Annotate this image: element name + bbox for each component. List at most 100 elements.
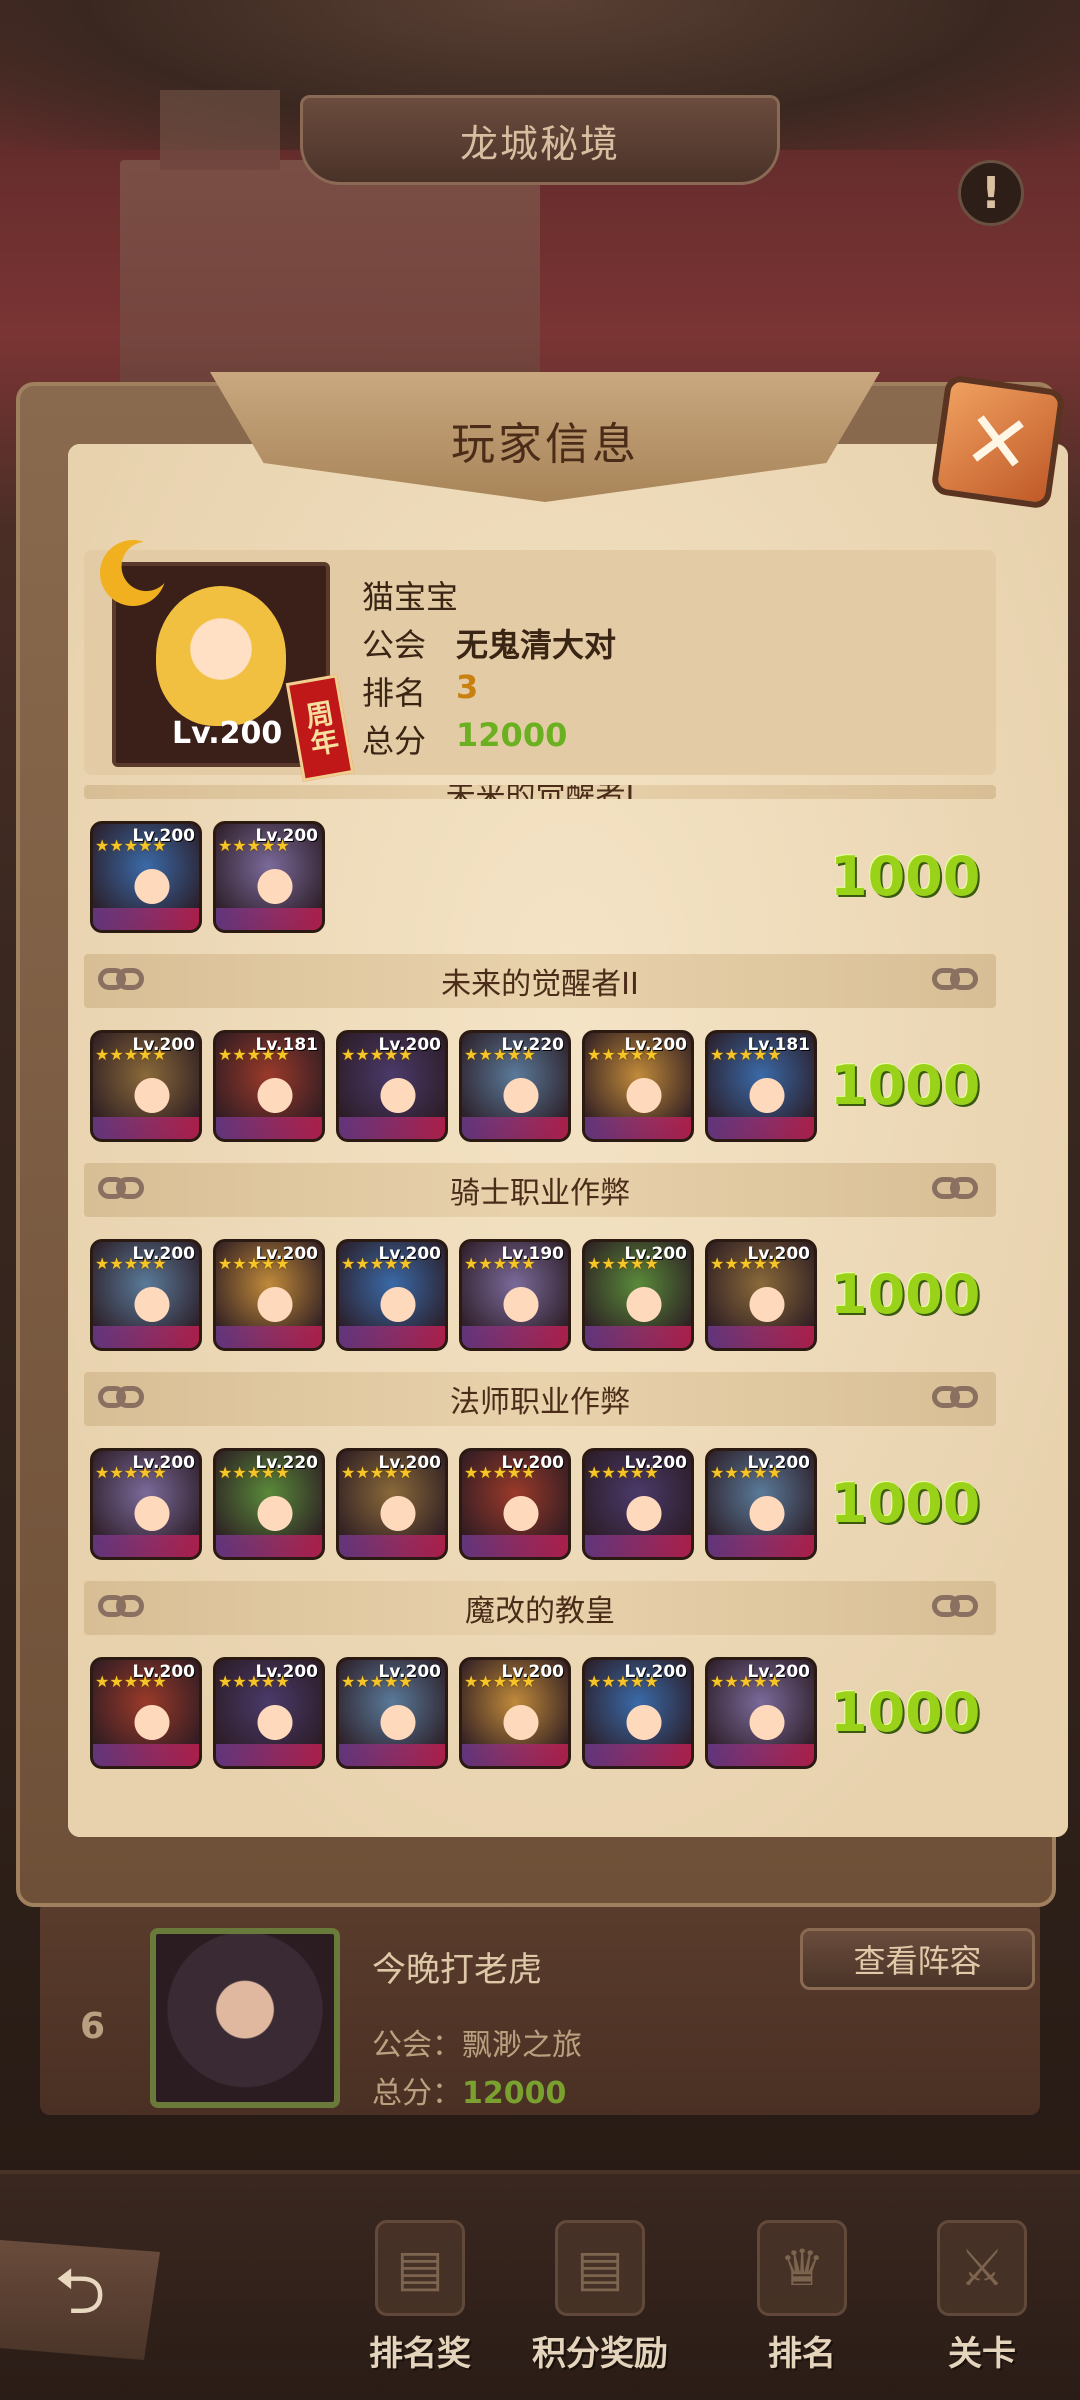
hero-card[interactable]: Lv.220 ★★★★★ bbox=[459, 1029, 571, 1142]
moon-icon bbox=[100, 540, 166, 606]
player-guild-row: 公会 无鬼清大对 bbox=[362, 620, 616, 666]
hero-row: Lv.200 ★★★★★ Lv.181 ★★★★★ Lv.200 ★★★★★ Lv.220 ★… bbox=[90, 1029, 830, 1142]
hero-card[interactable]: Lv.200 ★★★★★ bbox=[336, 1447, 448, 1560]
hero-row: Lv.200 ★★★★★ Lv.200 ★★★★★ Lv.200 ★★★★★ Lv.200 ★… bbox=[90, 1656, 830, 1769]
hero-card[interactable]: Lv.181 ★★★★★ bbox=[705, 1029, 817, 1142]
star-icon: ★★★★★ bbox=[95, 1462, 167, 1482]
team-section: 魔改的教皇 Lv.200 ★★★★★ Lv.200 ★★★★★ Lv.200 ★★★★★ Lv… bbox=[84, 1581, 996, 1775]
back-button[interactable]: ⮌ bbox=[0, 2240, 160, 2360]
hero-row: Lv.200 ★★★★★ Lv.200 ★★★★★ Lv.200 ★★★★★ Lv.190 ★… bbox=[90, 1238, 830, 1351]
player-score-row: 总分 12000 bbox=[362, 716, 567, 762]
chain-icon bbox=[932, 968, 982, 994]
section-header: 骑士职业作弊 bbox=[84, 1163, 996, 1217]
hero-card[interactable]: Lv.200 ★★★★★ bbox=[336, 1029, 448, 1142]
nav-label: 积分奖励 bbox=[532, 2334, 668, 2374]
castle-illustration bbox=[120, 90, 540, 390]
rank-player-guild: 公会：飘渺之旅 bbox=[372, 2028, 582, 2063]
scroll-icon: ▤ bbox=[375, 2220, 465, 2316]
star-icon: ★★★★★ bbox=[464, 1044, 536, 1064]
score-label: 总分 bbox=[362, 722, 427, 760]
hero-card[interactable]: Lv.200 ★★★★★ bbox=[90, 1447, 202, 1560]
avatar-level: Lv.200 bbox=[172, 716, 283, 751]
sections-container: 未来的觉醒者ILv.200★★★★★Lv.200★★★★★1000未来的觉醒者I… bbox=[84, 785, 996, 1775]
hero-portrait bbox=[488, 1474, 554, 1545]
hero-card[interactable]: Lv.200 ★★★★★ bbox=[213, 1238, 325, 1351]
nav-points-reward[interactable]: ▤ 积分奖励 bbox=[510, 2220, 690, 2390]
rank-value: 3 bbox=[456, 668, 479, 706]
hero-card[interactable]: Lv.200 ★★★★★ bbox=[705, 1447, 817, 1560]
view-team-button[interactable]: 查看阵容 bbox=[800, 1928, 1035, 1990]
close-button[interactable]: ✕ bbox=[930, 374, 1066, 510]
star-icon: ★★★★★ bbox=[587, 1462, 659, 1482]
section-score: 1000 bbox=[830, 1054, 981, 1117]
hero-portrait bbox=[488, 1265, 554, 1336]
hero-card[interactable]: Lv.200 ★★★★★ bbox=[336, 1656, 448, 1769]
avatar[interactable] bbox=[150, 1928, 340, 2108]
hero-card[interactable]: Lv.200 ★★★★★ bbox=[213, 1656, 325, 1769]
hero-card[interactable]: Lv.200 ★★★★★ bbox=[459, 1656, 571, 1769]
hero-portrait bbox=[611, 1265, 677, 1336]
hero-card[interactable]: Lv.200 ★★★★★ bbox=[582, 1238, 694, 1351]
hero-card[interactable]: Lv.200 ★★★★★ bbox=[459, 1447, 571, 1560]
modal-title: 玩家信息 bbox=[451, 419, 639, 470]
nav-ranking[interactable]: ♛ 排名 bbox=[712, 2220, 892, 2390]
rank-player-name: 今晚打老虎 bbox=[372, 1950, 542, 1990]
star-icon: ★★★★★ bbox=[95, 1671, 167, 1691]
chain-icon bbox=[98, 1386, 148, 1412]
star-icon: ★★★★★ bbox=[587, 1671, 659, 1691]
hero-row: Lv.200 ★★★★★ Lv.200 ★★★★★ bbox=[90, 820, 830, 933]
section-body: Lv.200 ★★★★★ Lv.181 ★★★★★ Lv.200 ★★★★★ Lv.220 ★… bbox=[84, 1008, 996, 1163]
chain-icon bbox=[932, 1595, 982, 1621]
hero-portrait bbox=[734, 1265, 800, 1336]
guild-value: 无鬼清大对 bbox=[456, 626, 617, 664]
hero-card[interactable]: Lv.200 ★★★★★ bbox=[213, 820, 325, 933]
star-icon: ★★★★★ bbox=[464, 1253, 536, 1273]
hero-card[interactable]: Lv.200 ★★★★★ bbox=[705, 1238, 817, 1351]
close-icon: ✕ bbox=[958, 391, 1038, 493]
avatar-portrait bbox=[156, 586, 286, 726]
hero-card[interactable]: Lv.200 ★★★★★ bbox=[90, 820, 202, 933]
hero-card[interactable]: Lv.181 ★★★★★ bbox=[213, 1029, 325, 1142]
score-label: 总分： bbox=[372, 2076, 462, 2111]
star-icon: ★★★★★ bbox=[341, 1253, 413, 1273]
hero-card[interactable]: Lv.200 ★★★★★ bbox=[705, 1656, 817, 1769]
hero-card[interactable]: Lv.220 ★★★★★ bbox=[213, 1447, 325, 1560]
hero-portrait bbox=[488, 1056, 554, 1127]
nav-rank-reward[interactable]: ▤ 排名奖 bbox=[330, 2220, 510, 2390]
hero-portrait bbox=[119, 1056, 185, 1127]
star-icon: ★★★★★ bbox=[341, 1044, 413, 1064]
hero-card[interactable]: Lv.200 ★★★★★ bbox=[582, 1029, 694, 1142]
star-icon: ★★★★★ bbox=[95, 835, 167, 855]
star-icon: ★★★★★ bbox=[218, 1462, 290, 1482]
section-header: 未来的觉醒者I bbox=[84, 785, 996, 799]
team-section: 骑士职业作弊 Lv.200 ★★★★★ Lv.200 ★★★★★ Lv.200 ★★★★★ L… bbox=[84, 1163, 996, 1372]
hero-portrait bbox=[734, 1683, 800, 1754]
chain-icon bbox=[98, 1595, 148, 1621]
team-section: 法师职业作弊 Lv.200 ★★★★★ Lv.220 ★★★★★ Lv.200 ★★★★★ L… bbox=[84, 1372, 996, 1581]
section-header: 未来的觉醒者II bbox=[84, 954, 996, 1008]
hero-card[interactable]: Lv.200 ★★★★★ bbox=[582, 1656, 694, 1769]
hero-card[interactable]: Lv.200 ★★★★★ bbox=[336, 1238, 448, 1351]
section-body: Lv.200 ★★★★★ Lv.200 ★★★★★ Lv.200 ★★★★★ Lv.200 ★… bbox=[84, 1635, 996, 1775]
chain-icon bbox=[932, 1177, 982, 1203]
info-button[interactable]: ! bbox=[958, 160, 1024, 226]
hero-card[interactable]: Lv.190 ★★★★★ bbox=[459, 1238, 571, 1351]
star-icon: ★★★★★ bbox=[95, 1044, 167, 1064]
hero-portrait bbox=[242, 1056, 308, 1127]
nav-stage[interactable]: ⚔ 关卡 bbox=[892, 2220, 1072, 2390]
star-icon: ★★★★★ bbox=[587, 1044, 659, 1064]
section-title: 骑士职业作弊 bbox=[450, 1176, 630, 1211]
hero-portrait bbox=[365, 1474, 431, 1545]
hero-card[interactable]: Lv.200 ★★★★★ bbox=[582, 1447, 694, 1560]
hero-card[interactable]: Lv.200 ★★★★★ bbox=[90, 1029, 202, 1142]
star-icon: ★★★★★ bbox=[464, 1462, 536, 1482]
hero-portrait bbox=[242, 1683, 308, 1754]
score-value: 12000 bbox=[462, 2076, 567, 2111]
hero-card[interactable]: Lv.200 ★★★★★ bbox=[90, 1238, 202, 1351]
hero-portrait bbox=[119, 1683, 185, 1754]
hero-card[interactable]: Lv.200 ★★★★★ bbox=[90, 1656, 202, 1769]
team-section-list[interactable]: 未来的觉醒者ILv.200★★★★★Lv.200★★★★★1000未来的觉醒者I… bbox=[84, 785, 996, 1775]
star-icon: ★★★★★ bbox=[341, 1671, 413, 1691]
rank-number: 6 bbox=[80, 2006, 106, 2047]
section-title: 未来的觉醒者II bbox=[441, 967, 639, 1002]
